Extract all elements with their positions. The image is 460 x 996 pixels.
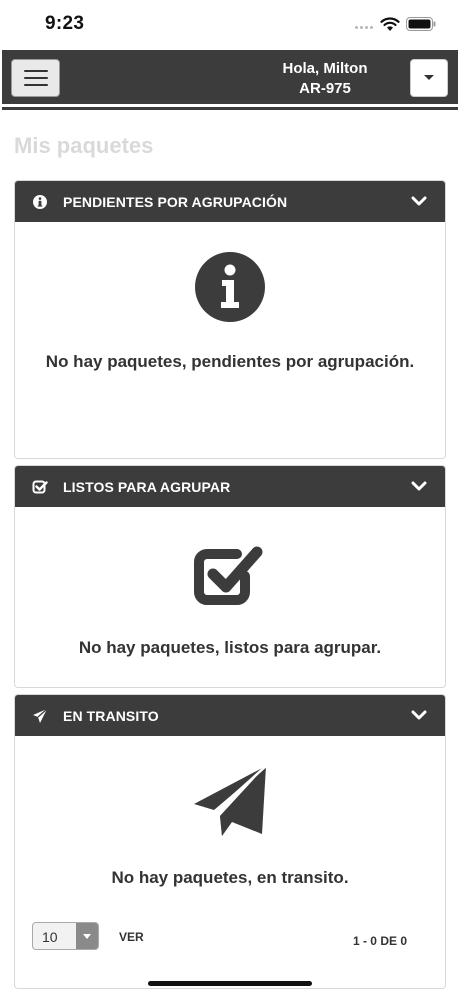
panel-header-pending-grouping[interactable]: PENDIENTES POR AGRUPACIÓN bbox=[15, 181, 445, 222]
chevron-down-icon[interactable] bbox=[411, 480, 427, 492]
page-title: Mis paquetes bbox=[14, 133, 154, 158]
screen: 9:23 Hola, Milton AR-975 Mis paquetes PE… bbox=[0, 0, 460, 996]
caret-down-icon bbox=[424, 74, 434, 80]
app-header: Hola, Milton AR-975 bbox=[2, 50, 458, 107]
user-info: Hola, Milton AR-975 bbox=[252, 59, 398, 99]
empty-message: No hay paquetes, listos para agrupar. bbox=[78, 638, 382, 657]
panel-title: LISTOS PARA AGRUPAR bbox=[63, 479, 231, 495]
menu-icon bbox=[23, 70, 48, 72]
check-square-icon bbox=[194, 546, 263, 605]
page-size-select[interactable]: 10 bbox=[32, 922, 99, 950]
page-size-value: 10 bbox=[42, 929, 58, 945]
cellular-signal-icon bbox=[355, 26, 373, 29]
chevron-down-icon[interactable] bbox=[411, 709, 427, 721]
paper-plane-icon bbox=[33, 708, 48, 723]
info-circle-icon bbox=[195, 252, 265, 322]
panel-in-transit: EN TRANSITO No hay paquetes, en transito… bbox=[14, 694, 446, 989]
hamburger-menu-button[interactable] bbox=[11, 59, 60, 97]
home-indicator bbox=[148, 981, 312, 986]
wifi-icon bbox=[380, 17, 400, 31]
user-dropdown-button[interactable] bbox=[410, 59, 448, 97]
panel-pending-grouping: PENDIENTES POR AGRUPACIÓN No hay paquete… bbox=[14, 180, 446, 459]
panel-title: EN TRANSITO bbox=[63, 708, 159, 724]
panel-ready-to-group: LISTOS PARA AGRUPAR No hay paquetes, lis… bbox=[14, 465, 446, 688]
paper-plane-icon bbox=[194, 765, 267, 836]
panel-header-ready-to-group[interactable]: LISTOS PARA AGRUPAR bbox=[15, 466, 445, 507]
chevron-down-icon[interactable] bbox=[411, 195, 427, 207]
pagination-range: 1 - 0 DE 0 bbox=[352, 934, 407, 948]
panel-header-in-transit[interactable]: EN TRANSITO bbox=[15, 695, 445, 736]
battery-icon bbox=[406, 17, 436, 31]
status-time: 9:23 bbox=[45, 13, 85, 34]
user-code: AR-975 bbox=[299, 80, 351, 97]
caret-down-icon bbox=[83, 933, 91, 939]
panel-title: PENDIENTES POR AGRUPACIÓN bbox=[63, 194, 288, 210]
empty-message: No hay paquetes, pendientes por agrupaci… bbox=[45, 352, 415, 371]
check-square-icon bbox=[32, 480, 48, 494]
ver-label: VER bbox=[119, 930, 144, 944]
select-arrow bbox=[76, 923, 98, 949]
info-circle-icon bbox=[33, 195, 47, 209]
header-divider bbox=[2, 107, 458, 110]
empty-message: No hay paquetes, en transito. bbox=[111, 868, 349, 887]
user-greeting: Hola, Milton bbox=[282, 60, 368, 77]
status-bar: 9:23 bbox=[0, 0, 460, 50]
